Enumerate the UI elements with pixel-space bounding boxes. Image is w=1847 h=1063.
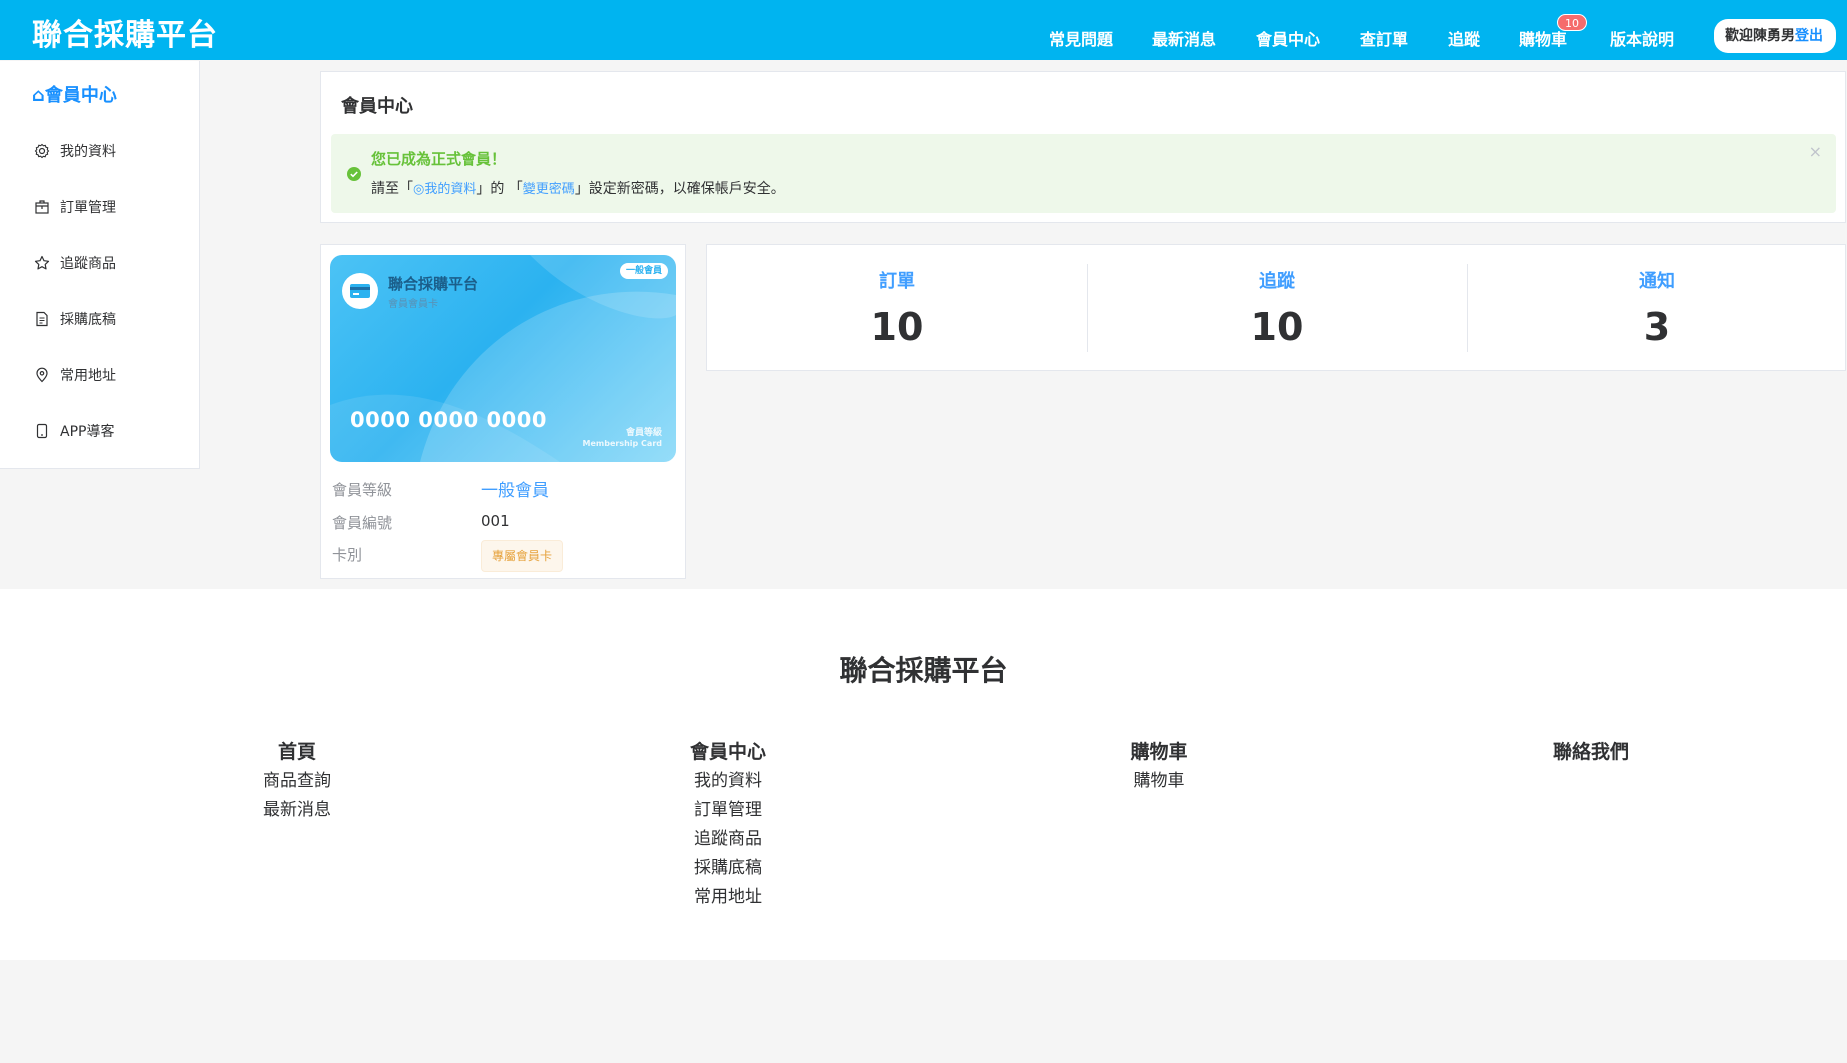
footer-link[interactable]: 追蹤商品 (628, 825, 828, 854)
close-icon[interactable]: × (1809, 142, 1822, 161)
sidebar: ⌂會員中心 我的資料 訂單管理 追蹤商品 採購底稿 常用地址 APP導客 (0, 61, 200, 469)
footer-link[interactable]: 採購底稿 (628, 854, 828, 883)
nav-order-lookup[interactable]: 查訂單 (1360, 26, 1408, 50)
card-subtitle: 會員會員卡 (388, 299, 438, 310)
my-profile-link[interactable]: ◎我的資料 (413, 182, 476, 197)
sidebar-item-label: 訂單管理 (60, 200, 116, 216)
nav-cart[interactable]: 購物車 (1519, 26, 1567, 50)
user-box: 歡迎陳勇男登出 (1714, 19, 1836, 53)
check-circle-icon (347, 167, 361, 181)
sidebar-item-label: APP導客 (60, 424, 115, 440)
stat-label: 訂單 (879, 271, 915, 292)
stat-label: 通知 (1639, 271, 1675, 292)
alert-message: 請至「◎我的資料」的 「變更密碼」設定新密碼，以確保帳戶安全。 (371, 178, 785, 198)
card-logo (342, 273, 378, 309)
stat-value: 10 (1250, 305, 1304, 349)
sidebar-item-addresses[interactable]: 常用地址 (34, 365, 116, 385)
site-logo[interactable]: 聯合採購平台 (32, 10, 218, 54)
stat-label: 追蹤 (1259, 271, 1295, 292)
nav-member-center[interactable]: 會員中心 (1256, 26, 1320, 50)
footer-title: 聯合採購平台 (839, 654, 1008, 687)
top-header: 聯合採購平台 常見問題 最新消息 會員中心 查訂單 追蹤 購物車 10 版本說明… (0, 0, 1847, 60)
sidebar-item-label: 常用地址 (60, 368, 116, 384)
member-id-label: 會員編號 (332, 514, 393, 532)
footer-link[interactable]: 我的資料 (628, 767, 828, 796)
card-number: 0000 0000 0000 (350, 408, 547, 432)
phone-icon (36, 423, 48, 439)
stat-notifications[interactable]: 通知 3 (1467, 245, 1847, 370)
page-title: 會員中心 (341, 96, 413, 117)
success-alert: 您已成為正式會員！ 請至「◎我的資料」的 「變更密碼」設定新密碼，以確保帳戶安全… (331, 134, 1836, 213)
footer-column-home: 首頁 商品查詢 最新消息 (197, 737, 397, 825)
stat-value: 3 (1643, 305, 1671, 349)
member-level-value: 一般會員 (481, 481, 549, 501)
alert-title: 您已成為正式會員！ (371, 150, 507, 168)
member-card-panel: 聯合採購平台 會員會員卡 一般會員 0000 0000 0000 會員等級 Me… (320, 244, 686, 579)
star-icon (34, 255, 50, 270)
sidebar-title[interactable]: ⌂會員中心 (32, 81, 117, 107)
footer-column-cart: 購物車 購物車 (1059, 737, 1259, 796)
footer-column-member: 會員中心 我的資料 訂單管理 追蹤商品 採購底稿 常用地址 (628, 737, 828, 912)
member-id-value: 001 (481, 512, 510, 530)
site-footer: 聯合採購平台 首頁 商品查詢 最新消息 會員中心 我的資料 訂單管理 追蹤商品 … (0, 589, 1847, 960)
member-center-panel: 會員中心 您已成為正式會員！ 請至「◎我的資料」的 「變更密碼」設定新密碼，以確… (320, 71, 1846, 223)
stats-panel: 訂單 10 追蹤 10 通知 3 (706, 244, 1846, 371)
nav-news[interactable]: 最新消息 (1152, 26, 1216, 50)
document-icon (36, 311, 48, 327)
footer-link[interactable]: 常用地址 (628, 883, 828, 912)
card-level-text: 會員等級 (625, 428, 662, 438)
location-icon (36, 367, 48, 383)
sidebar-item-label: 追蹤商品 (60, 256, 116, 272)
alert-text-part: 」的 「 (476, 181, 523, 197)
gear-icon (34, 143, 50, 159)
card-tier-badge: 一般會員 (619, 263, 668, 279)
alert-text-part: 請至「 (371, 181, 413, 197)
sidebar-item-orders[interactable]: 訂單管理 (34, 197, 116, 217)
stat-value: 10 (870, 305, 924, 349)
logout-link[interactable]: 登出 (1795, 28, 1823, 44)
footer-link[interactable]: 訂單管理 (628, 796, 828, 825)
footer-column-contact: 聯絡我們 (1491, 737, 1691, 767)
stat-orders[interactable]: 訂單 10 (707, 245, 1087, 370)
welcome-text: 歡迎陳勇男 (1725, 28, 1795, 44)
sidebar-item-tracking[interactable]: 追蹤商品 (34, 253, 116, 273)
alert-text-part: 」設定新密碼，以確保帳戶安全。 (574, 181, 785, 197)
card-platform-name: 聯合採購平台 (388, 275, 479, 293)
stat-tracking[interactable]: 追蹤 10 (1087, 245, 1467, 370)
footer-link[interactable]: 商品查詢 (197, 767, 397, 796)
footer-link[interactable]: 最新消息 (197, 796, 397, 825)
nav-version[interactable]: 版本說明 (1610, 26, 1674, 50)
change-password-link[interactable]: 變更密碼 (523, 182, 575, 197)
card-english-text: Membership Card (582, 439, 662, 448)
sidebar-item-profile[interactable]: 我的資料 (34, 141, 116, 161)
membership-card: 聯合採購平台 會員會員卡 一般會員 0000 0000 0000 會員等級 Me… (330, 255, 676, 462)
nav-tracking[interactable]: 追蹤 (1448, 26, 1480, 50)
footer-column-heading[interactable]: 會員中心 (628, 737, 828, 767)
box-icon (35, 200, 49, 214)
sidebar-item-label: 我的資料 (60, 144, 116, 160)
footer-column-heading[interactable]: 首頁 (197, 737, 397, 767)
footer-column-heading[interactable]: 購物車 (1059, 737, 1259, 767)
nav-faq[interactable]: 常見問題 (1049, 26, 1113, 50)
sidebar-item-label: 採購底稿 (60, 312, 116, 328)
footer-column-heading[interactable]: 聯絡我們 (1491, 737, 1691, 767)
sidebar-item-app[interactable]: APP導客 (34, 421, 114, 441)
cart-count-badge: 10 (1557, 14, 1587, 31)
card-icon (350, 284, 370, 298)
card-type-label: 卡別 (332, 546, 363, 564)
card-type-tag: 專屬會員卡 (481, 540, 563, 572)
sidebar-item-drafts[interactable]: 採購底稿 (34, 309, 116, 329)
member-level-label: 會員等級 (332, 481, 393, 499)
footer-link[interactable]: 購物車 (1059, 767, 1259, 796)
